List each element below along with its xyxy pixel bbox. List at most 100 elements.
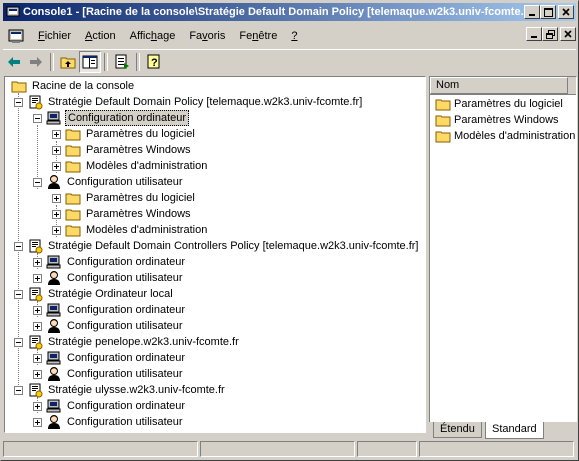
computer-icon: [46, 399, 61, 413]
list-item[interactable]: Paramètres du logiciel: [435, 96, 563, 112]
list-item-label: Paramètres Windows: [454, 114, 559, 126]
tab-standard[interactable]: Standard: [485, 422, 544, 439]
collapse-toggle[interactable]: [33, 177, 42, 187]
menu-action[interactable]: Action: [78, 27, 123, 45]
minimize-button[interactable]: [524, 5, 540, 19]
toolbar-separator: [50, 53, 54, 71]
tree-node-admin-templates[interactable]: Modèles d'administration: [52, 158, 209, 174]
list-item[interactable]: Paramètres Windows: [435, 112, 559, 128]
folder-icon: [435, 99, 451, 111]
tab-extended[interactable]: Étendu: [433, 422, 482, 438]
expand-toggle[interactable]: [33, 273, 42, 283]
expand-toggle[interactable]: [52, 145, 61, 155]
help-button[interactable]: ?: [143, 51, 165, 73]
collapse-toggle[interactable]: [14, 289, 23, 299]
list-item[interactable]: Modèles d'administration: [435, 128, 575, 144]
tree-node-computer-config[interactable]: Configuration ordinateur: [33, 302, 187, 318]
collapse-toggle[interactable]: [14, 241, 23, 251]
expand-toggle[interactable]: [33, 417, 42, 427]
forward-button[interactable]: [25, 51, 47, 73]
status-panel: [200, 441, 355, 457]
menu-affichage[interactable]: Affichage: [123, 27, 183, 45]
tree-label: Modèles d'administration: [86, 224, 208, 236]
folder-icon: [65, 193, 81, 205]
tree-label: Configuration utilisateur: [67, 320, 183, 332]
user-icon: [48, 271, 60, 285]
column-header-name[interactable]: Nom: [430, 77, 568, 94]
user-icon: [48, 319, 60, 333]
folder-up-icon: [60, 57, 76, 69]
tree-label: Paramètres Windows: [86, 208, 191, 220]
child-restore-button[interactable]: [542, 27, 558, 41]
tree-node-gpo-default-domain[interactable]: Stratégie Default Domain Policy [telemaq…: [14, 94, 364, 110]
tree-node-user-config[interactable]: Configuration utilisateur: [33, 174, 185, 190]
user-icon: [48, 175, 60, 189]
tree-node-gpo-penelope[interactable]: Stratégie penelope.w2k3.univ-fcomte.fr: [14, 334, 241, 350]
up-level-button[interactable]: [57, 51, 79, 73]
collapse-toggle[interactable]: [33, 113, 42, 123]
tree-node-root[interactable]: Racine de la console: [11, 78, 136, 94]
expand-toggle[interactable]: [52, 161, 61, 171]
tree-node-computer-config[interactable]: Configuration ordinateur: [33, 254, 187, 270]
tree-label: Stratégie Ordinateur local: [48, 288, 173, 300]
list-item-label: Paramètres du logiciel: [454, 98, 563, 110]
result-pane[interactable]: Nom Paramètres du logiciel Paramètres Wi…: [429, 76, 577, 439]
child-close-button[interactable]: [560, 27, 576, 41]
menu-fenetre[interactable]: Fenêtre: [232, 27, 284, 45]
menu-favoris[interactable]: Favoris: [182, 27, 232, 45]
tree-label: Paramètres du logiciel: [86, 192, 195, 204]
tree-node-gpo-domain-controllers[interactable]: Stratégie Default Domain Controllers Pol…: [14, 238, 421, 254]
tree-node-computer-config[interactable]: Configuration ordinateur: [33, 398, 187, 414]
collapse-toggle[interactable]: [14, 385, 23, 395]
policy-scroll-icon: [29, 383, 43, 398]
tree-node-gpo-ulysse[interactable]: Stratégie ulysse.w2k3.univ-fcomte.fr: [14, 382, 227, 398]
close-icon: [562, 8, 570, 16]
tree-node-computer-config[interactable]: Configuration ordinateur: [33, 110, 190, 126]
expand-toggle[interactable]: [33, 305, 42, 315]
tree-node-windows-settings[interactable]: Paramètres Windows: [52, 142, 193, 158]
close-icon: [564, 30, 572, 38]
console-tree[interactable]: Racine de la console Stratégie Default D…: [4, 76, 426, 433]
menu-help[interactable]: ?: [284, 27, 304, 45]
tree-label: Configuration utilisateur: [67, 176, 183, 188]
tree-label: Configuration ordinateur: [67, 352, 186, 364]
expand-toggle[interactable]: [52, 193, 61, 203]
tree-node-gpo-local-computer[interactable]: Stratégie Ordinateur local: [14, 286, 175, 302]
tree-node-admin-templates[interactable]: Modèles d'administration: [52, 222, 209, 238]
maximize-button[interactable]: [540, 5, 556, 19]
show-tree-button[interactable]: [79, 51, 101, 73]
expand-toggle[interactable]: [52, 209, 61, 219]
console-menu-icon[interactable]: [7, 27, 25, 45]
tree-label: Racine de la console: [32, 80, 135, 92]
menu-fichier[interactable]: Fichier: [31, 27, 78, 45]
view-tabs: Étendu Standard: [429, 422, 577, 439]
tree-node-user-config[interactable]: Configuration utilisateur: [33, 414, 185, 430]
tree-node-user-config[interactable]: Configuration utilisateur: [33, 318, 185, 334]
svg-text:?: ?: [151, 57, 158, 69]
tree-node-windows-settings[interactable]: Paramètres Windows: [52, 206, 193, 222]
tree-label: Stratégie Default Domain Controllers Pol…: [48, 240, 419, 252]
tree-label: Stratégie penelope.w2k3.univ-fcomte.fr: [48, 336, 239, 348]
folder-icon: [435, 131, 451, 143]
tree-node-software-settings[interactable]: Paramètres du logiciel: [52, 126, 197, 142]
collapse-toggle[interactable]: [14, 97, 23, 107]
tree-node-user-config[interactable]: Configuration utilisateur: [33, 270, 185, 286]
collapse-toggle[interactable]: [14, 337, 23, 347]
tree-label: Stratégie Default Domain Policy [telemaq…: [48, 96, 363, 108]
back-button[interactable]: [3, 51, 25, 73]
child-minimize-button[interactable]: [526, 27, 542, 41]
close-button[interactable]: [558, 5, 574, 19]
export-list-button[interactable]: [111, 51, 133, 73]
expand-toggle[interactable]: [33, 321, 42, 331]
expand-toggle[interactable]: [52, 225, 61, 235]
expand-toggle[interactable]: [52, 129, 61, 139]
tree-node-computer-config[interactable]: Configuration ordinateur: [33, 350, 187, 366]
status-bar: [3, 441, 576, 459]
expand-toggle[interactable]: [33, 257, 42, 267]
tree-node-user-config[interactable]: Configuration utilisateur: [33, 366, 185, 382]
title-bar[interactable]: Console1 - [Racine de la console\Stratég…: [3, 3, 576, 21]
expand-toggle[interactable]: [33, 401, 42, 411]
expand-toggle[interactable]: [33, 369, 42, 379]
expand-toggle[interactable]: [33, 353, 42, 363]
tree-node-software-settings[interactable]: Paramètres du logiciel: [52, 190, 197, 206]
